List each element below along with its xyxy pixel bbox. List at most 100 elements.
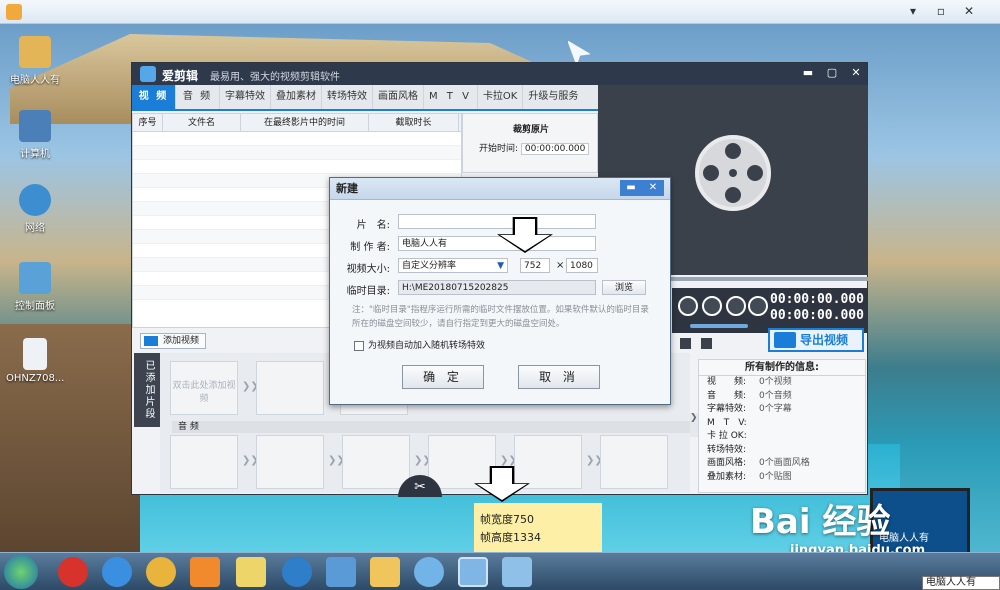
info-value: 0个字幕 bbox=[759, 404, 792, 414]
cancel-button[interactable]: 取 消 bbox=[518, 365, 600, 389]
stop-icon[interactable] bbox=[702, 296, 722, 316]
close-icon[interactable]: ✕ bbox=[960, 2, 978, 20]
save-icon[interactable] bbox=[680, 338, 691, 349]
app-minimize-icon[interactable]: ▬ bbox=[800, 66, 816, 82]
checkbox-icon[interactable] bbox=[354, 340, 364, 351]
video-slot[interactable] bbox=[256, 361, 324, 415]
notes-icon[interactable] bbox=[236, 557, 266, 587]
dialog-minimize-icon[interactable]: ▬ bbox=[620, 180, 642, 196]
size-field: 视频大小: 自定义分辨率 ▼ 752 × 1080 bbox=[344, 258, 644, 276]
aijianji-taskbar-icon[interactable] bbox=[458, 557, 488, 587]
play-icon[interactable] bbox=[678, 296, 698, 316]
desktop-icon-label: 电脑人人有 bbox=[10, 75, 60, 86]
ok-button[interactable]: 确 定 bbox=[402, 365, 484, 389]
tab-upgrade[interactable]: 升级与服务 bbox=[523, 85, 583, 109]
tab-transitions[interactable]: 转场特效 bbox=[322, 85, 373, 109]
col-filename[interactable]: 文件名 bbox=[163, 114, 241, 131]
resolution-select[interactable]: 自定义分辨率 ▼ bbox=[398, 258, 508, 273]
share-icon[interactable] bbox=[701, 338, 712, 349]
next-frame-icon[interactable] bbox=[748, 296, 768, 316]
tmp-dir-label: 临时目录: bbox=[346, 286, 390, 297]
start-time-input[interactable]: 00:00:00.000 bbox=[520, 143, 590, 155]
col-index[interactable]: 序号 bbox=[133, 114, 163, 131]
info-value: 0个音频 bbox=[759, 390, 792, 401]
add-video-button[interactable]: 添加视频 bbox=[140, 333, 206, 349]
col-duration[interactable]: 截取时长 bbox=[369, 114, 459, 131]
audio-slot[interactable] bbox=[514, 435, 582, 489]
tab-karaoke[interactable]: 卡拉OK bbox=[478, 85, 524, 109]
audio-slot[interactable] bbox=[170, 435, 238, 489]
desktop-icon-file[interactable]: OHNZ708... bbox=[6, 338, 64, 384]
folder-icon[interactable] bbox=[370, 557, 400, 587]
ie-icon[interactable] bbox=[102, 557, 132, 587]
export-video-button[interactable]: 导出视频 bbox=[768, 328, 864, 352]
info-row: 转场特效: bbox=[699, 444, 865, 458]
volume-slider[interactable] bbox=[690, 324, 748, 328]
video-slot-add[interactable]: 双击此处添加视频 bbox=[170, 361, 238, 415]
chevron-right-toggle-icon[interactable]: ❯ bbox=[690, 413, 698, 437]
author-input[interactable]: 电脑人人有 bbox=[398, 236, 596, 251]
app-maximize-icon[interactable]: ▢ bbox=[824, 66, 840, 82]
audio-slot[interactable] bbox=[256, 435, 324, 489]
tab-video[interactable]: 视 频 bbox=[132, 85, 176, 109]
display-icon[interactable] bbox=[326, 557, 356, 587]
info-key: 叠加素材: bbox=[707, 471, 747, 482]
export-video-label: 导出视频 bbox=[800, 333, 849, 347]
file-icon bbox=[23, 338, 47, 370]
outer-window-titlebar: ▾ ▫ ✕ bbox=[0, 0, 1000, 24]
times-sign: × bbox=[556, 260, 565, 271]
desktop-icon-label: OHNZ708... bbox=[6, 373, 65, 384]
table-row[interactable] bbox=[133, 132, 461, 146]
audio-track-label: 音 频 bbox=[172, 421, 692, 433]
desktop-icon-network[interactable]: 网络 bbox=[6, 184, 64, 234]
network-icon bbox=[19, 184, 51, 216]
desktop-icon-computer[interactable]: 计算机 bbox=[6, 110, 64, 160]
tab-subtitles[interactable]: 字幕特效 bbox=[220, 85, 271, 109]
tmp-dir-note: 注："临时目录"指程序运行所需的临时文件摆放位置。如果软件默认的临时目录所在的磁… bbox=[352, 305, 649, 329]
dialog-window-controls: ▬ ✕ bbox=[620, 180, 666, 196]
cut-panel-title: 裁剪原片 bbox=[513, 125, 550, 135]
browse-button[interactable]: 浏览 bbox=[602, 280, 646, 295]
tab-overlay[interactable]: 叠加素材 bbox=[271, 85, 322, 109]
minimize-icon[interactable]: ▾ bbox=[904, 2, 922, 20]
info-row: 视 频: 0个视频 bbox=[699, 376, 865, 390]
info-title: 所有制作的信息: bbox=[699, 360, 865, 376]
app-name: 爱剪辑 bbox=[162, 69, 199, 83]
audio-slot[interactable] bbox=[342, 435, 410, 489]
project-info-panel: 所有制作的信息: 视 频: 0个视频 音 频: 0个音频 字幕特效: 0个字幕 M T… bbox=[698, 359, 866, 493]
name-input[interactable] bbox=[398, 214, 596, 229]
browser-icon[interactable] bbox=[282, 557, 312, 587]
info-key: 画面风格: bbox=[707, 458, 747, 468]
tmp-dir-input[interactable]: H:\ME20180715202825 bbox=[398, 280, 596, 295]
dialog-close-icon[interactable]: ✕ bbox=[642, 180, 664, 196]
desktop-icon-user[interactable]: 电脑人人有 bbox=[6, 36, 64, 86]
app-titlebar: 爱剪辑 最易用、强大的视频剪辑软件 ▬ ▢ ✕ bbox=[132, 63, 867, 85]
info-row: 叠加素材: 0个贴图 bbox=[699, 471, 865, 485]
table-row[interactable] bbox=[133, 146, 461, 160]
desktop-icon-control-panel[interactable]: 控制面板 bbox=[6, 262, 64, 312]
table-row[interactable] bbox=[133, 160, 461, 174]
tab-mtv[interactable]: M T V bbox=[424, 85, 478, 109]
info-value: 0个视频 bbox=[759, 377, 792, 387]
audio-slot[interactable] bbox=[428, 435, 496, 489]
width-input[interactable]: 752 bbox=[520, 258, 550, 273]
taskbar-app-icon[interactable] bbox=[58, 557, 88, 587]
paint-icon[interactable] bbox=[502, 557, 532, 587]
start-button-icon[interactable] bbox=[4, 555, 38, 589]
prev-frame-icon[interactable] bbox=[726, 296, 746, 316]
height-input[interactable]: 1080 bbox=[566, 258, 598, 273]
tab-audio[interactable]: 音 频 bbox=[176, 85, 220, 109]
tab-style[interactable]: 画面风格 bbox=[373, 85, 424, 109]
app-close-icon[interactable]: ✕ bbox=[848, 66, 864, 82]
chrome-icon[interactable] bbox=[146, 557, 176, 587]
maximize-icon[interactable]: ▫ bbox=[932, 2, 950, 20]
desktop-icon-label: 控制面板 bbox=[15, 301, 55, 312]
media-player-icon[interactable] bbox=[190, 557, 220, 587]
random-transition-checkbox[interactable]: 为视频自动加入随机转场特效 bbox=[354, 338, 485, 351]
audio-slot[interactable] bbox=[600, 435, 668, 489]
size-label: 视频大小: bbox=[346, 264, 390, 275]
col-time[interactable]: 在最终影片中的时间 bbox=[241, 114, 369, 131]
clip-list-header: 序号 文件名 在最终影片中的时间 截取时长 bbox=[133, 114, 461, 132]
annotation-note: 帧宽度750 帧高度1334 bbox=[474, 503, 602, 553]
network-app-icon[interactable] bbox=[414, 557, 444, 587]
